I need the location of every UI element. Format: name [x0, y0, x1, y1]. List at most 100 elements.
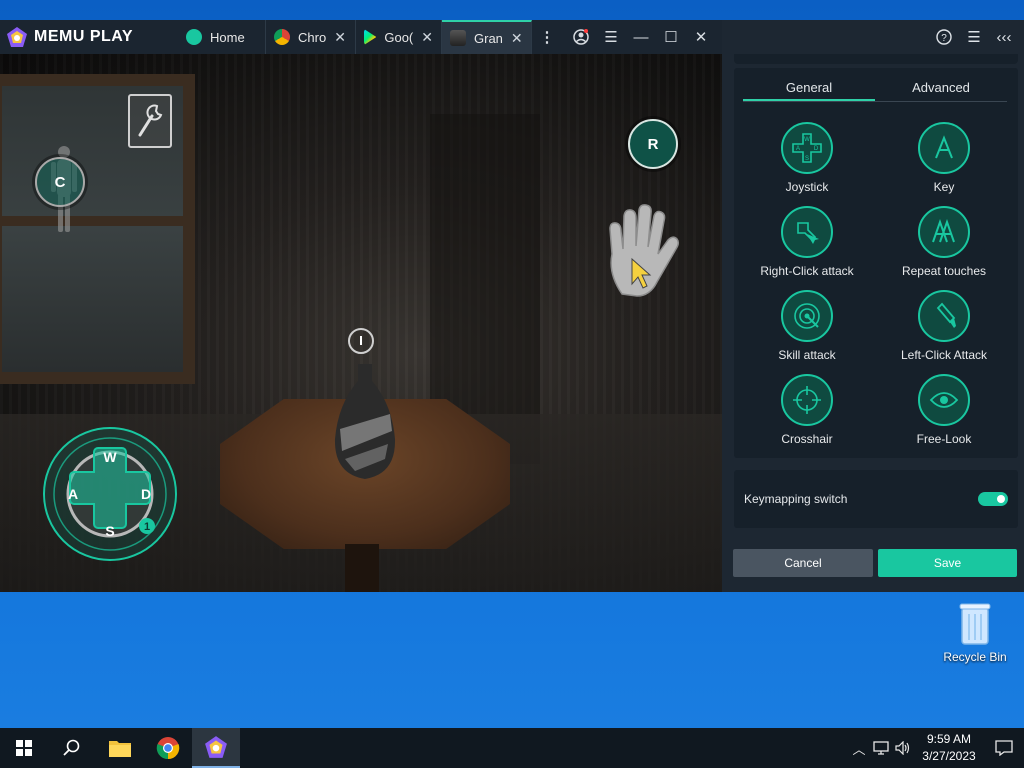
search-button[interactable] — [48, 728, 96, 768]
memu-home-icon — [186, 29, 202, 45]
tool-repeat-touches[interactable]: Repeat touches — [884, 206, 1004, 278]
folder-icon — [109, 741, 131, 757]
key-icon — [918, 122, 970, 174]
account-icon[interactable] — [566, 20, 596, 54]
windows-logo-icon — [16, 740, 32, 756]
chrome-icon — [274, 29, 290, 45]
tab-home[interactable]: Home — [178, 20, 266, 54]
tool-label: Crosshair — [781, 432, 833, 446]
joystick-icon: WA DS — [781, 122, 833, 174]
memu-taskbar-button[interactable] — [192, 728, 240, 768]
repeat-touches-icon — [918, 206, 970, 258]
tool-right-click-attack[interactable]: Right-Click attack — [747, 206, 867, 278]
play-store-icon — [364, 29, 377, 45]
help-icon[interactable]: ? — [932, 25, 956, 49]
tab-granny[interactable]: Gran ✕ — [442, 20, 532, 54]
tool-free-look[interactable]: Free-Look — [884, 374, 1004, 446]
tab-label: Goo( — [384, 29, 414, 45]
chevron-up-icon[interactable]: ︿ — [848, 728, 870, 768]
tool-joystick[interactable]: WA DS Joystick — [747, 122, 867, 194]
clock[interactable]: 9:59 AM 3/27/2023 — [914, 731, 984, 765]
volume-icon[interactable] — [892, 728, 914, 768]
title-bar: MEMU PLAY Home Chro ✕ Goo( ✕ Gran ✕ ⋮ ☰ … — [0, 20, 722, 54]
tool-crosshair[interactable]: Crosshair — [747, 374, 867, 446]
joystick-key-s: S — [105, 523, 114, 539]
notification-button[interactable] — [984, 728, 1024, 768]
file-explorer-button[interactable] — [96, 728, 144, 768]
tab-label: Home — [210, 29, 245, 45]
recycle-bin-shortcut[interactable]: Recycle Bin — [940, 600, 1010, 664]
recycle-bin-icon — [957, 600, 993, 646]
tools-card: General Advanced WA DS Joystick Key Right… — [734, 68, 1018, 458]
notification-icon — [995, 740, 1013, 756]
system-tray: ︿ 9:59 AM 3/27/2023 — [848, 728, 1024, 768]
tool-label: Right-Click attack — [760, 264, 854, 278]
save-button[interactable]: Save — [878, 549, 1017, 577]
left-click-attack-icon — [918, 290, 970, 342]
tool-label: Key — [933, 180, 955, 194]
hand-grab-icon[interactable] — [602, 204, 682, 299]
tool-label: Free-Look — [916, 432, 972, 446]
cancel-button[interactable]: Cancel — [733, 549, 873, 577]
chrome-icon — [156, 737, 180, 760]
chrome-taskbar-button[interactable] — [144, 728, 192, 768]
keymapping-switch-row: Keymapping switch — [734, 470, 1018, 528]
close-icon[interactable]: ✕ — [421, 29, 433, 46]
tool-left-click-attack[interactable]: Left-Click Attack — [884, 290, 1004, 362]
granny-game-icon — [450, 30, 466, 46]
game-viewport[interactable]: C R W A D S 1 — [0, 54, 722, 592]
close-window-icon[interactable]: ✕ — [686, 20, 716, 54]
panel-header: ? ☰ ‹‹‹ — [722, 20, 1024, 54]
search-icon — [63, 739, 80, 756]
panel-menu-icon[interactable]: ☰ — [962, 25, 986, 49]
panel-tabs: General Advanced — [743, 78, 1007, 102]
svg-text:?: ? — [941, 33, 947, 44]
recycle-bin-label: Recycle Bin — [943, 650, 1007, 664]
tool-label: Joystick — [785, 180, 829, 194]
tab-label: Chro — [298, 29, 327, 45]
tool-label: Skill attack — [778, 348, 836, 362]
tool-key[interactable]: Key — [884, 122, 1004, 194]
wrench-icon — [138, 104, 163, 137]
memu-logo-icon — [7, 27, 27, 47]
keymapping-switch-label: Keymapping switch — [744, 492, 848, 506]
maximize-icon[interactable]: ☐ — [656, 20, 686, 54]
joystick-key-a: A — [68, 486, 78, 502]
tab-advanced[interactable]: Advanced — [875, 78, 1007, 101]
collapse-panel-icon[interactable]: ‹‹‹ — [992, 25, 1016, 49]
more-vertical-icon[interactable]: ⋮ — [532, 20, 562, 54]
vase — [334, 364, 396, 479]
network-icon[interactable] — [870, 728, 892, 768]
settings-wrench-button[interactable] — [128, 94, 172, 148]
panel-strip — [734, 54, 1018, 64]
hud-key-r[interactable]: R — [628, 119, 678, 169]
close-icon[interactable]: ✕ — [334, 29, 346, 46]
joystick-key-d: D — [141, 486, 151, 502]
right-click-attack-icon — [781, 206, 833, 258]
wasd-joystick[interactable]: W A D S 1 — [42, 426, 178, 562]
clock-date: 3/27/2023 — [922, 749, 976, 763]
memu-logo-icon — [205, 736, 227, 758]
svg-text:S: S — [805, 156, 809, 162]
minimize-icon[interactable]: — — [626, 20, 656, 54]
hud-key-c[interactable]: C — [35, 157, 85, 207]
tab-chrome[interactable]: Chro ✕ — [266, 20, 356, 54]
start-button[interactable] — [0, 728, 48, 768]
tab-general[interactable]: General — [743, 78, 875, 101]
clock-time: 9:59 AM — [926, 732, 972, 746]
tool-label: Repeat touches — [901, 264, 987, 278]
tab-google-play[interactable]: Goo( ✕ — [356, 20, 442, 54]
tool-label: Left-Click Attack — [900, 348, 988, 362]
joystick-badge: 1 — [144, 521, 150, 533]
svg-text:D: D — [814, 146, 819, 152]
svg-text:W: W — [804, 137, 810, 143]
close-icon[interactable]: ✕ — [511, 30, 523, 47]
tool-skill-attack[interactable]: Skill attack — [747, 290, 867, 362]
free-look-icon — [918, 374, 970, 426]
memu-logo: MEMU PLAY — [0, 20, 178, 54]
keymapping-panel: ? ☰ ‹‹‹ General Advanced WA DS Joystick K… — [722, 20, 1024, 592]
keymapping-toggle[interactable] — [978, 492, 1008, 506]
menu-icon[interactable]: ☰ — [596, 20, 626, 54]
logo-text: MEMU PLAY — [34, 28, 134, 45]
joystick-key-w: W — [103, 449, 117, 465]
